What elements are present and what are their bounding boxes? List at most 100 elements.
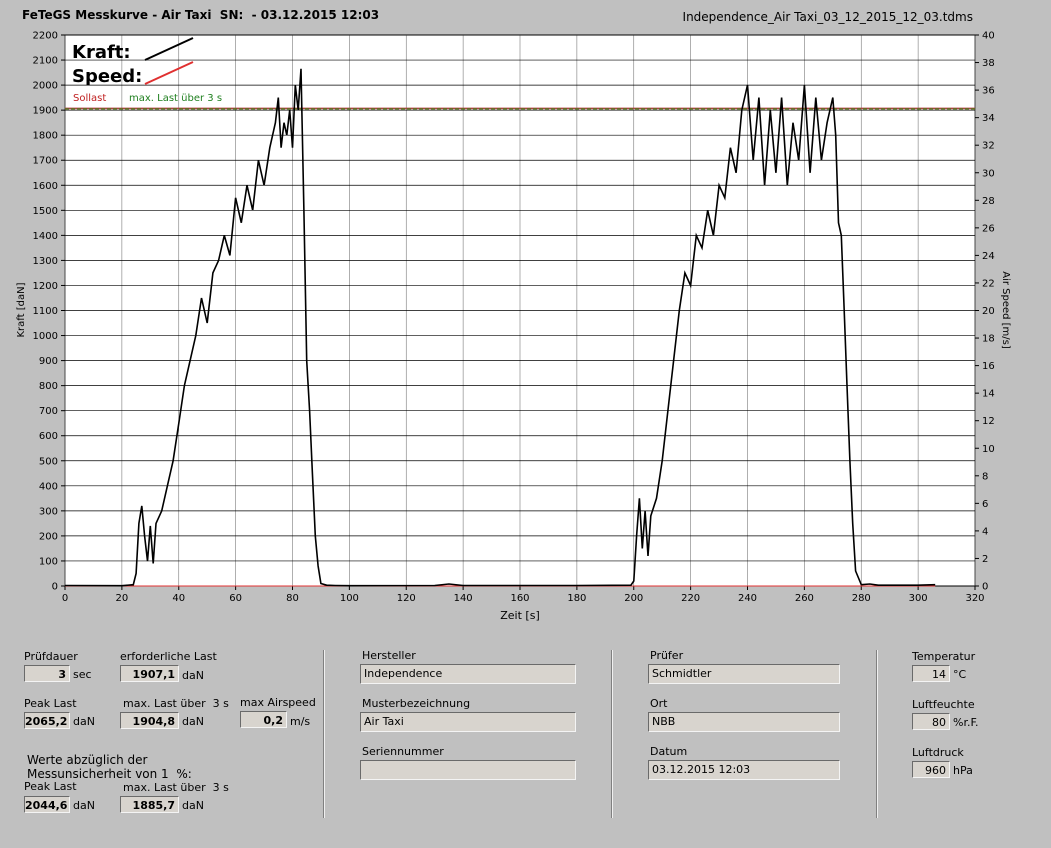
max-airspeed-unit: m/s [290,715,311,728]
x-tick-label: 240 [738,593,757,604]
muster-field[interactable]: Air Taxi [360,712,576,732]
y-tick-label: 1000 [33,331,58,342]
x-tick-label: 60 [229,593,242,604]
x-tick-label: 280 [852,593,871,604]
y-tick-label: 800 [39,381,58,392]
ort-field[interactable]: NBB [648,712,840,732]
y2-axis-label: Air Speed [m/s] [1000,271,1011,349]
y-tick-label: 1200 [33,281,58,292]
y-tick-label: 200 [39,531,58,542]
x-tick-label: 100 [340,593,359,604]
max-last2-field: 1885,7 [120,796,179,813]
sollast-label: Sollast [73,93,106,104]
luftdruck-label: Luftdruck [912,746,964,759]
y2-tick-label: 36 [982,86,995,97]
muster-label: Musterbezeichnung [362,697,471,710]
separator [876,650,878,818]
y2-tick-label: 26 [982,223,995,234]
x-tick-label: 40 [172,593,185,604]
y-tick-label: 1500 [33,206,58,217]
x-tick-label: 120 [397,593,416,604]
y2-tick-label: 40 [982,31,995,42]
y-tick-label: 400 [39,481,58,492]
x-tick-label: 300 [909,593,928,604]
y2-tick-label: 4 [982,526,988,537]
separator [323,650,325,818]
x-tick-label: 0 [62,593,68,604]
y-tick-label: 600 [39,431,58,442]
x-tick-label: 140 [454,593,473,604]
luftfeuchte-field: 80 [912,713,950,730]
temperatur-field: 14 [912,665,950,682]
erf-last-label: erforderliche Last [120,650,217,663]
y2-tick-label: 18 [982,334,995,345]
hersteller-field[interactable]: Independence [360,664,576,684]
x-axis-label: Zeit [s] [500,609,539,622]
pruefer-label: Prüfer [650,649,684,662]
force-chart: 0 20 40 60 80 100 120 140 160 180 200 220 240 260 280 3… [16,31,1011,623]
maxlast-label: max. Last über 3 s [129,93,222,104]
y2-tick-label: 34 [982,113,995,124]
y2-tick-label: 12 [982,416,995,427]
x-tick-label: 180 [567,593,586,604]
max-airspeed-field: 0,2 [240,711,287,728]
peak-last-label: Peak Last [24,697,77,710]
x-tick-label: 20 [116,593,129,604]
datum-label: Datum [650,745,688,758]
serien-label: Seriennummer [362,745,444,758]
y2-tick-label: 32 [982,141,995,152]
y-axis-label: Kraft [daN] [16,282,27,337]
luftdruck-field: 960 [912,761,950,778]
y-tick-label: 300 [39,506,58,517]
y2-tick-label: 14 [982,389,995,400]
y-tick-label: 1100 [33,306,58,317]
y2-tick-label: 16 [982,361,995,372]
x-tick-label: 260 [795,593,814,604]
datum-field[interactable]: 03.12.2015 12:03 [648,760,840,780]
pruefer-field[interactable]: Schmidtler [648,664,840,684]
luftdruck-unit: hPa [953,764,973,777]
pruefdauer-field: 3 [24,665,70,682]
y-tick-label: 500 [39,456,58,467]
pruefdauer-unit: sec [73,668,92,681]
peak-last2-label: Peak Last [24,780,77,793]
temperatur-unit: °C [953,668,967,681]
y-tick-label: 1700 [33,156,58,167]
serien-field[interactable] [360,760,576,780]
y2-tick-label: 8 [982,471,988,482]
ort-label: Ort [650,697,668,710]
y2-tick-label: 30 [982,168,995,179]
y-tick-label: 0 [52,582,58,593]
max-last-field: 1904,8 [120,712,179,729]
y2-tick-label: 6 [982,499,988,510]
y2-tick-label: 2 [982,554,988,565]
luftfeuchte-unit: %r.F. [953,716,979,729]
peak-last-field: 2065,2 [24,712,70,729]
y-tick-label: 1400 [33,231,58,242]
y2-tick-label: 20 [982,306,995,317]
peak-last2-field: 2044,6 [24,796,70,813]
legend-kraft-label: Kraft: [72,42,131,63]
y-tick-label: 900 [39,356,58,367]
erf-last-unit: daN [182,669,204,682]
max-last-unit: daN [182,715,204,728]
max-last-label: max. Last über 3 s [123,697,229,710]
y-tick-label: 100 [39,556,58,567]
x-tick-label: 200 [624,593,643,604]
x-tick-label: 220 [681,593,700,604]
temperatur-label: Temperatur [912,650,976,663]
file-name: Independence_Air Taxi_03_12_2015_12_03.t… [682,10,973,24]
separator [611,650,613,818]
y2-tick-label: 38 [982,58,995,69]
y-tick-label: 2100 [33,56,58,67]
y-tick-label: 1900 [33,106,58,117]
y2-tick-label: 28 [982,196,995,207]
erf-last-field: 1907,1 [120,665,179,682]
max-last2-unit: daN [182,799,204,812]
y2-tick-label: 24 [982,251,995,262]
y-tick-label: 1600 [33,181,58,192]
y-tick-label: 2200 [33,31,58,42]
hersteller-label: Hersteller [362,649,416,662]
pruefdauer-label: Prüfdauer [24,650,78,663]
y2-tick-label: 0 [982,582,988,593]
